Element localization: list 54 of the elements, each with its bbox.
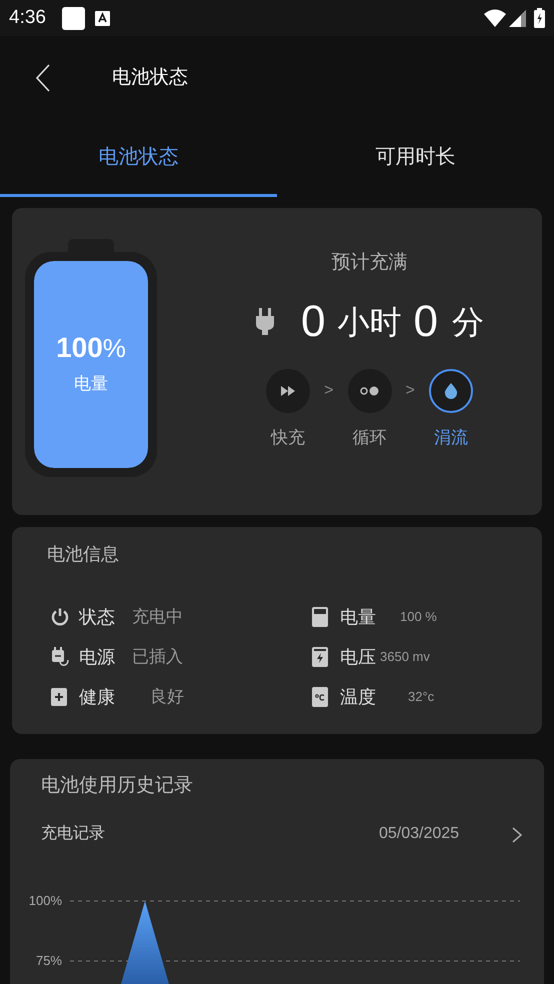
battery-caption: 电量 [74, 373, 108, 396]
info-value: 充电中 [132, 606, 183, 628]
tab[interactable]: 可用时长 [277, 120, 554, 197]
mode-button[interactable] [348, 369, 392, 413]
mode-label: 循环 [352, 427, 386, 449]
clock: 4:36 [9, 6, 46, 30]
dots-icon [360, 386, 380, 396]
plus-icon [51, 688, 67, 706]
axis-label: 75% [34, 953, 62, 969]
info-value: 3650 mv [380, 648, 430, 666]
estimate-title: 预计充满 [332, 250, 408, 274]
signal-icon [509, 10, 526, 26]
minutes-value: 0 [414, 296, 438, 348]
plug-icon [51, 647, 69, 667]
record-label: 充电记录 [41, 824, 105, 844]
chevron-right-icon[interactable] [512, 827, 522, 843]
mode-button[interactable] [266, 369, 310, 413]
info-label: 状态 [79, 606, 115, 628]
info-label: 电压 [340, 646, 376, 668]
info-label: 电源 [79, 646, 115, 668]
fast-forward-icon [281, 386, 296, 396]
step-arrow: > [406, 381, 415, 401]
mode-button[interactable] [428, 369, 473, 413]
info-value: 32°c [408, 688, 434, 706]
axis-label: 100% [28, 893, 62, 909]
step-arrow: > [324, 381, 334, 401]
battery-charging-icon [534, 8, 545, 28]
hours-unit: 小时 [338, 303, 402, 342]
info-value: 100 % [400, 608, 437, 626]
record-date: 05/03/2025 [379, 824, 460, 844]
mode-label: 快充 [271, 427, 306, 449]
power-icon [51, 608, 69, 626]
info-value: 良好 [150, 686, 184, 708]
droplet-icon [444, 383, 458, 399]
section-title: 电池信息 [47, 543, 120, 566]
info-label: 健康 [79, 686, 115, 708]
section-title: 电池使用历史记录 [41, 774, 193, 798]
page-title: 电池状态 [112, 66, 188, 90]
minutes-unit: 分 [452, 303, 484, 342]
battery-percent: 100 [56, 331, 103, 366]
thermometer-icon [312, 687, 328, 707]
back-icon[interactable] [36, 64, 50, 92]
info-value: 已插入 [132, 646, 183, 668]
hours-value: 0 [301, 296, 326, 348]
tab[interactable]: 电池状态 [0, 120, 277, 197]
info-label: 电量 [340, 606, 376, 628]
percent-sign: % [102, 332, 126, 366]
battery-icon [312, 607, 328, 627]
plug-icon [255, 308, 276, 336]
info-label: 温度 [340, 686, 376, 708]
keyboard-notification-icon [94, 10, 110, 26]
lightning-icon [312, 647, 328, 667]
mode-label: 涓流 [434, 427, 468, 449]
wifi-icon [484, 9, 506, 27]
